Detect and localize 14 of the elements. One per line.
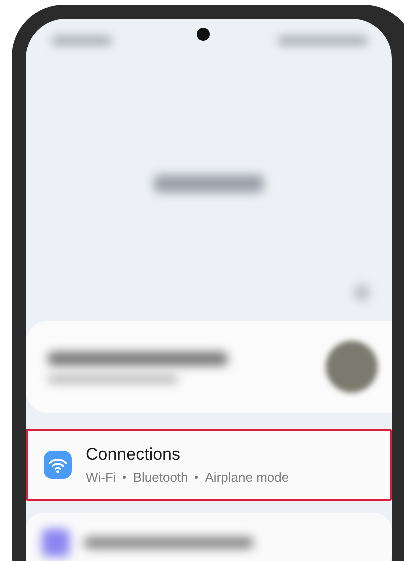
blurred-text — [52, 37, 112, 45]
camera-icon — [197, 28, 210, 41]
avatar — [326, 341, 378, 393]
connections-item[interactable]: Connections Wi-Fi Bluetooth Airplane mode — [26, 429, 392, 501]
profile-card[interactable] — [26, 321, 392, 413]
blurred-icon — [42, 529, 70, 557]
item-subtitle: Airplane mode — [205, 470, 290, 485]
item-title: Connections — [86, 445, 182, 465]
dot-separator-icon — [195, 476, 198, 479]
item-subtitle: Wi-Fi — [86, 470, 116, 485]
item-subtitle: Bluetooth — [133, 470, 188, 485]
wifi-icon — [44, 451, 72, 479]
dot-separator-icon — [123, 476, 126, 479]
blurred-icon — [354, 285, 370, 301]
